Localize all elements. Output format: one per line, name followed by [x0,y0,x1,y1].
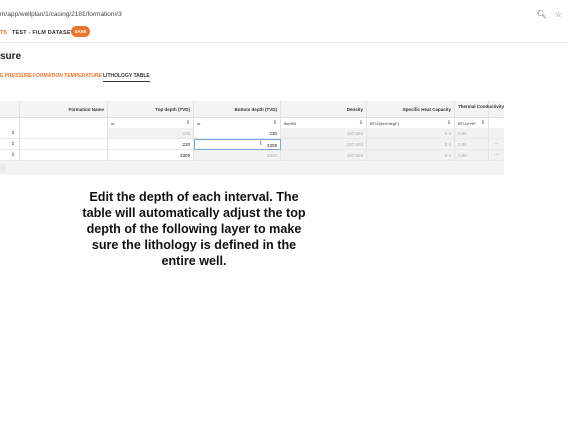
cell-actions [489,128,504,139]
row-reorder-control[interactable]: ⇕ [0,150,20,161]
browser-icons: 🔍︎ ☆ [537,10,562,19]
header-actions: · [497,106,500,111]
header-formation-name[interactable]: Formation Name [20,101,108,117]
row-reorder-control[interactable]: ⇕ [0,128,20,139]
table-row: ⇕ 3309 3320 187.653 0.4 0.96 ⋯ [0,150,504,161]
dataset-label[interactable]: TEST - FILM DATASET [12,30,74,36]
cell-top-depth: 225 [108,128,194,139]
table-row: ⇕ 230 I 3309 187.653 0.4 0.96 ⋯ [0,139,504,150]
bottom-depth-input[interactable]: I 3309 [194,139,281,150]
sort-arrows-icon: ⇕ [11,152,15,157]
url-text[interactable]: m/app/wellplan/1/casing/2181/formation#3 [0,11,122,18]
zoom-icon[interactable]: 🔍︎ [537,10,547,19]
cell-bottom-depth[interactable]: 230 [194,128,281,139]
app-topbar: TS TEST - FILM DATASET SAVE [0,24,568,43]
cell-thermal-conductivity[interactable]: 0.96 [455,128,489,139]
cell-top-depth[interactable]: 3309 [108,150,194,161]
header-thermal-conductivity[interactable]: Thermal Conductivity [455,101,504,117]
chevron-updown-icon: ⇕ [480,120,485,126]
header-bottom-depth[interactable]: Bottom depth (TVD) [194,101,281,117]
cell-density[interactable]: 187.653 [281,150,367,161]
cell-specific-heat[interactable]: 0.4 [367,139,455,150]
chevron-updown-icon: ⇕ [272,120,277,126]
table-footer-button[interactable] [0,164,6,173]
row-menu-button[interactable]: ⋯ [489,139,504,150]
text-cursor-icon: I [260,141,262,147]
table-row: ⇕ 225 230 187.653 0.4 0.96 [0,128,504,139]
browser-url-bar[interactable]: m/app/wellplan/1/casing/2181/formation#3… [0,8,568,24]
star-icon[interactable]: ☆ [555,10,562,19]
header-top-depth[interactable]: Top depth (TVD) [108,101,194,117]
cell-density[interactable]: 187.653 [281,139,367,150]
cell-density[interactable]: 187.653 [281,128,367,139]
header-specific-heat[interactable]: Specific Heat Capacity [367,101,455,117]
cell-thermal-conductivity[interactable]: 0.96 [455,150,489,161]
cell-bottom-depth[interactable]: 3320 [194,150,281,161]
sort-arrows-icon: ⇕ [11,130,15,135]
ellipsis-icon: ⋯ [494,141,499,147]
tab-pressure[interactable]: E PRESSURE [0,73,32,79]
cell-thermal-conductivity[interactable]: 0.96 [455,139,489,150]
save-button[interactable]: SAVE [71,26,90,37]
row-reorder-control[interactable]: ⇕ [0,139,20,150]
tab-formation-temperature[interactable]: FORMATION TEMPERATURE [33,73,102,79]
lithology-table: Formation Name Top depth (TVD) Bottom de… [0,101,504,175]
breadcrumb-tail[interactable]: TS [0,30,7,36]
page-title: sure [0,51,22,62]
cell-formation-name[interactable] [20,139,108,150]
header-density[interactable]: Density [281,101,367,117]
chevron-updown-icon: ⇕ [358,120,363,126]
cell-top-depth[interactable]: 230 [108,139,194,150]
chevron-updown-icon: ⇕ [185,120,190,126]
cell-specific-heat[interactable]: 0.4 [367,150,455,161]
cell-formation-name[interactable] [20,128,108,139]
chevron-updown-icon: ⇕ [446,120,451,126]
header-control [0,101,20,117]
tab-lithology-table[interactable]: LITHOLOGY TABLE [103,73,150,82]
cell-specific-heat[interactable]: 0.4 [367,128,455,139]
sort-arrows-icon: ⇕ [11,141,15,146]
row-menu-button[interactable]: ⋯ [489,150,504,161]
tutorial-caption: Edit the depth of each interval. The tab… [82,190,306,268]
ellipsis-icon: ⋯ [494,152,499,158]
cell-formation-name[interactable] [20,150,108,161]
